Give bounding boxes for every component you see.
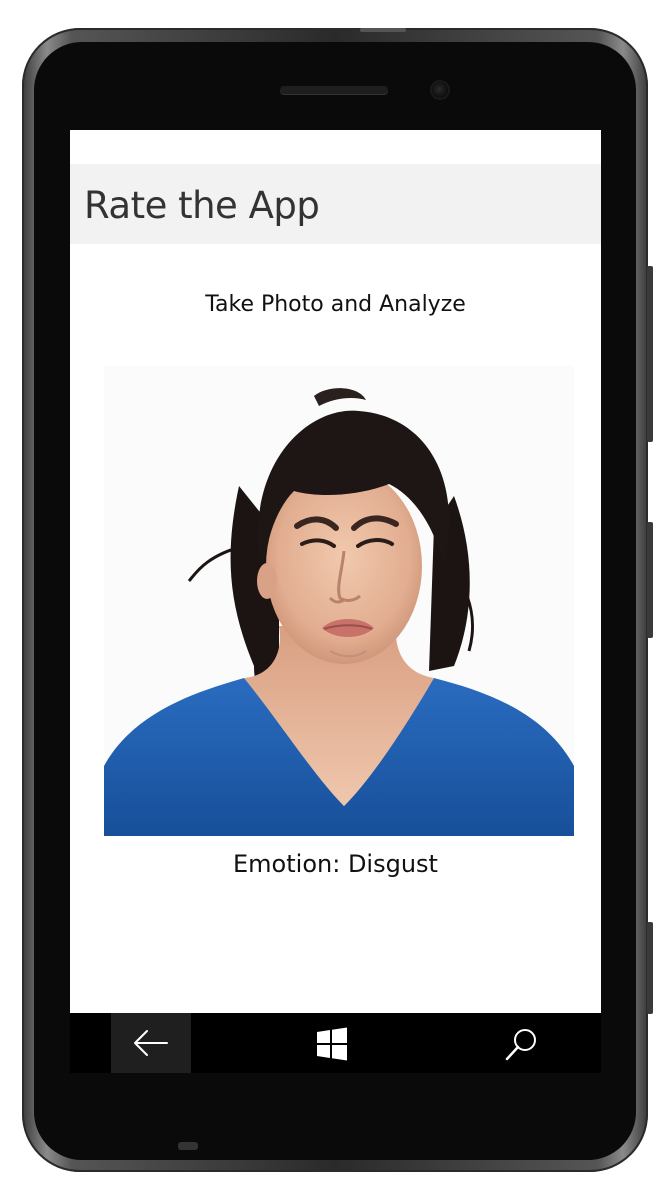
analyzed-photo <box>104 366 574 836</box>
back-button[interactable] <box>111 1013 191 1073</box>
volume-button <box>647 266 653 442</box>
page-title: Rate the App <box>84 184 320 227</box>
phone-top-seam <box>360 28 406 32</box>
back-arrow-icon <box>134 1030 168 1056</box>
emotion-label: Emotion: <box>233 850 341 878</box>
emotion-value: Disgust <box>347 850 438 878</box>
camera-button <box>647 922 653 1014</box>
face-photo-illustration <box>104 366 574 836</box>
app-screen: Rate the App Take Photo and Analyze Emot… <box>70 130 601 1013</box>
emotion-result: Emotion: Disgust <box>70 850 601 878</box>
search-icon <box>505 1029 536 1061</box>
windows-logo-icon <box>317 1027 347 1061</box>
power-button <box>647 522 653 638</box>
system-nav-bar <box>70 1013 601 1073</box>
start-button[interactable] <box>315 1027 349 1061</box>
search-button[interactable] <box>503 1027 539 1063</box>
earpiece-speaker <box>280 86 388 94</box>
front-camera <box>432 82 448 98</box>
usb-port <box>178 1142 198 1150</box>
take-photo-button[interactable]: Take Photo and Analyze <box>70 292 601 317</box>
